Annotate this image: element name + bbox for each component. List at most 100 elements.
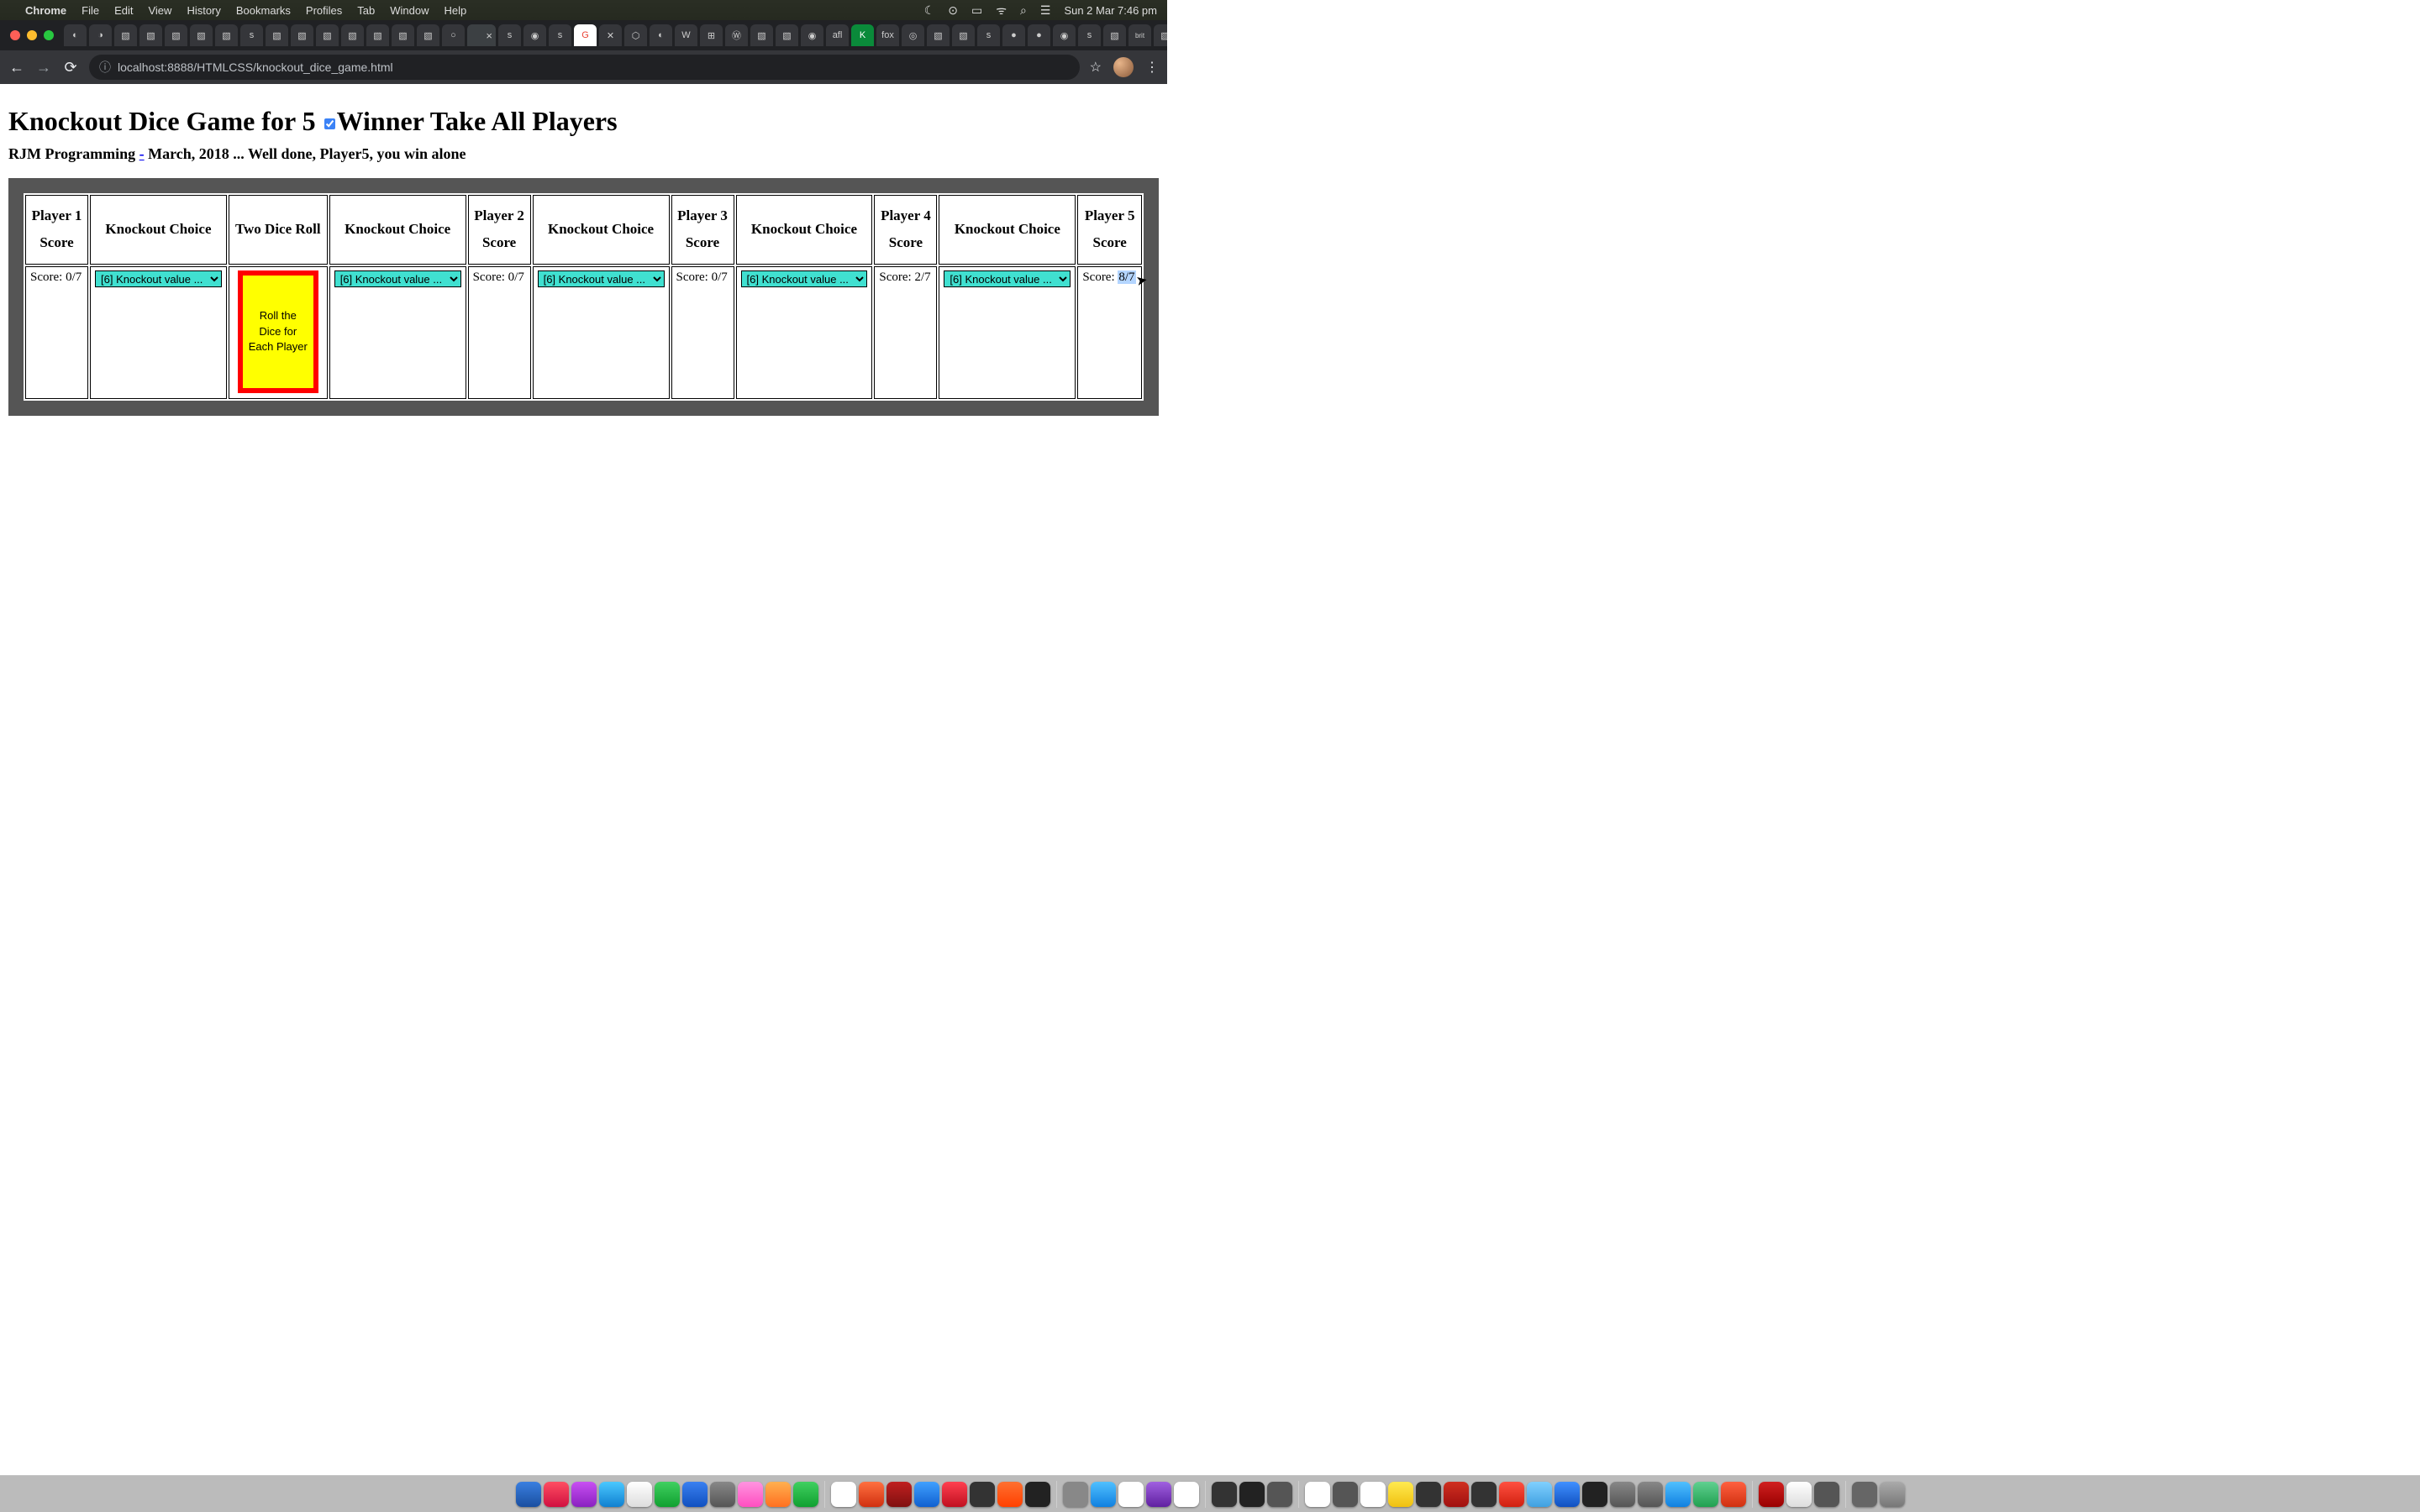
browser-tab[interactable]: ▧ [341, 24, 364, 46]
menu-view[interactable]: View [148, 4, 171, 17]
now-playing-icon[interactable]: ⊙ [948, 3, 958, 18]
dock-app-icon[interactable] [710, 1482, 735, 1507]
do-not-disturb-icon[interactable]: ☾ [924, 3, 935, 18]
dock-app-icon[interactable] [516, 1482, 541, 1507]
dock-app-icon[interactable] [1471, 1482, 1497, 1507]
dock-app-icon[interactable] [942, 1482, 967, 1507]
browser-tab[interactable]: s [498, 24, 521, 46]
browser-tab[interactable]: ▧ [1154, 24, 1167, 46]
dock-app-icon[interactable] [1693, 1482, 1718, 1507]
browser-tab[interactable]: ▧ [139, 24, 162, 46]
address-bar[interactable]: ⓘ localhost:8888/HTMLCSS/knockout_dice_g… [89, 55, 1080, 80]
dock-app-icon[interactable] [1239, 1482, 1265, 1507]
dock-app-icon[interactable] [682, 1482, 708, 1507]
dock-app-icon[interactable] [1305, 1482, 1330, 1507]
dock-app-icon[interactable] [793, 1482, 818, 1507]
browser-tab[interactable]: brit [1128, 24, 1151, 46]
profile-avatar[interactable] [1113, 57, 1134, 77]
browser-tab[interactable]: ▧ [750, 24, 773, 46]
dock-app-icon[interactable] [970, 1482, 995, 1507]
knockout-select-p3[interactable]: [6] Knockout value ... [741, 270, 868, 287]
dock-app-icon[interactable] [886, 1482, 912, 1507]
dock-app-icon[interactable] [914, 1482, 939, 1507]
dock-app-icon[interactable] [1333, 1482, 1358, 1507]
knockout-select-p2a[interactable]: [6] Knockout value ... [334, 270, 461, 287]
dock-app-icon[interactable] [1814, 1482, 1839, 1507]
dock-app-icon[interactable] [1174, 1482, 1199, 1507]
dock-app-icon[interactable] [544, 1482, 569, 1507]
close-window-button[interactable] [10, 30, 20, 40]
winner-take-all-checkbox[interactable] [324, 118, 335, 129]
chrome-menu-icon[interactable]: ⋮ [1145, 59, 1159, 76]
menu-history[interactable]: History [187, 4, 220, 17]
browser-tab[interactable]: ▧ [316, 24, 339, 46]
dock-app-icon[interactable] [655, 1482, 680, 1507]
browser-tab[interactable]: ▧ [927, 24, 950, 46]
browser-tab[interactable]: ▧ [114, 24, 137, 46]
dock-app-icon[interactable] [1638, 1482, 1663, 1507]
menubar-appname[interactable]: Chrome [25, 4, 66, 17]
dock-app-icon[interactable] [765, 1482, 791, 1507]
menu-bookmarks[interactable]: Bookmarks [236, 4, 291, 17]
menu-help[interactable]: Help [445, 4, 467, 17]
browser-tab[interactable]: ⬡ [624, 24, 647, 46]
browser-tab[interactable]: ▧ [291, 24, 313, 46]
browser-tab[interactable]: ▧ [215, 24, 238, 46]
browser-tab[interactable]: s [549, 24, 571, 46]
roll-dice-button[interactable]: Roll the Dice for Each Player [238, 270, 318, 393]
browser-tab[interactable]: s [240, 24, 263, 46]
menu-window[interactable]: Window [390, 4, 429, 17]
menu-profiles[interactable]: Profiles [306, 4, 342, 17]
spotlight-icon[interactable]: ⌕ [1020, 3, 1027, 18]
dock-app-icon[interactable] [1665, 1482, 1691, 1507]
dock-app-icon[interactable] [1416, 1482, 1441, 1507]
minimize-window-button[interactable] [27, 30, 37, 40]
dock-app-icon[interactable] [1582, 1482, 1607, 1507]
browser-tab[interactable]: afl [826, 24, 849, 46]
dock-app-icon[interactable] [1786, 1482, 1812, 1507]
dock-app-icon[interactable] [1527, 1482, 1552, 1507]
browser-tab[interactable]: ✕ [599, 24, 622, 46]
knockout-select-p2b[interactable]: [6] Knockout value ... [538, 270, 665, 287]
dock-app-icon[interactable] [859, 1482, 884, 1507]
browser-tab[interactable]: ▧ [776, 24, 798, 46]
browser-tab[interactable]: G [574, 24, 597, 46]
dock-app-icon[interactable] [831, 1482, 856, 1507]
browser-tab[interactable]: Ⓦ [725, 24, 748, 46]
browser-tab[interactable]: ◉ [523, 24, 546, 46]
browser-tab[interactable]: ▧ [392, 24, 414, 46]
browser-tab[interactable]: ◎ [902, 24, 924, 46]
dock-app-icon[interactable] [627, 1482, 652, 1507]
browser-tab[interactable]: s [1078, 24, 1101, 46]
browser-tab[interactable]: W [675, 24, 697, 46]
site-info-icon[interactable]: ⓘ [99, 59, 111, 76]
browser-tab[interactable]: K [851, 24, 874, 46]
knockout-select-p1[interactable]: [6] Knockout value ... [95, 270, 222, 287]
dock-app-icon[interactable] [1555, 1482, 1580, 1507]
browser-tab[interactable]: ⊞ [700, 24, 723, 46]
control-center-icon[interactable]: ☰ [1040, 3, 1051, 18]
browser-tab[interactable]: ○ [442, 24, 465, 46]
browser-tab[interactable]: ▧ [1103, 24, 1126, 46]
dock-app-icon[interactable] [1063, 1482, 1088, 1507]
browser-tab[interactable]: ◐ [650, 24, 672, 46]
dock-app-icon[interactable] [997, 1482, 1023, 1507]
browser-tab[interactable]: ◑ [89, 24, 112, 46]
browser-tab[interactable]: ▧ [366, 24, 389, 46]
browser-tab[interactable]: ▧ [190, 24, 213, 46]
dock-app-icon[interactable] [738, 1482, 763, 1507]
browser-tab[interactable]: ◐ [64, 24, 87, 46]
bookmark-star-icon[interactable]: ☆ [1090, 59, 1102, 76]
browser-tab[interactable]: ◉ [801, 24, 823, 46]
zoom-window-button[interactable] [44, 30, 54, 40]
menu-tab[interactable]: Tab [357, 4, 375, 17]
menu-edit[interactable]: Edit [114, 4, 133, 17]
browser-tab[interactable]: ▧ [952, 24, 975, 46]
dock-app-icon[interactable] [599, 1482, 624, 1507]
menu-file[interactable]: File [82, 4, 99, 17]
dock-app-icon[interactable] [1499, 1482, 1524, 1507]
back-button[interactable]: ← [8, 59, 25, 76]
dock-app-icon[interactable] [1721, 1482, 1746, 1507]
dock-app-icon[interactable] [1759, 1482, 1784, 1507]
knockout-select-p4[interactable]: [6] Knockout value ... [944, 270, 1071, 287]
